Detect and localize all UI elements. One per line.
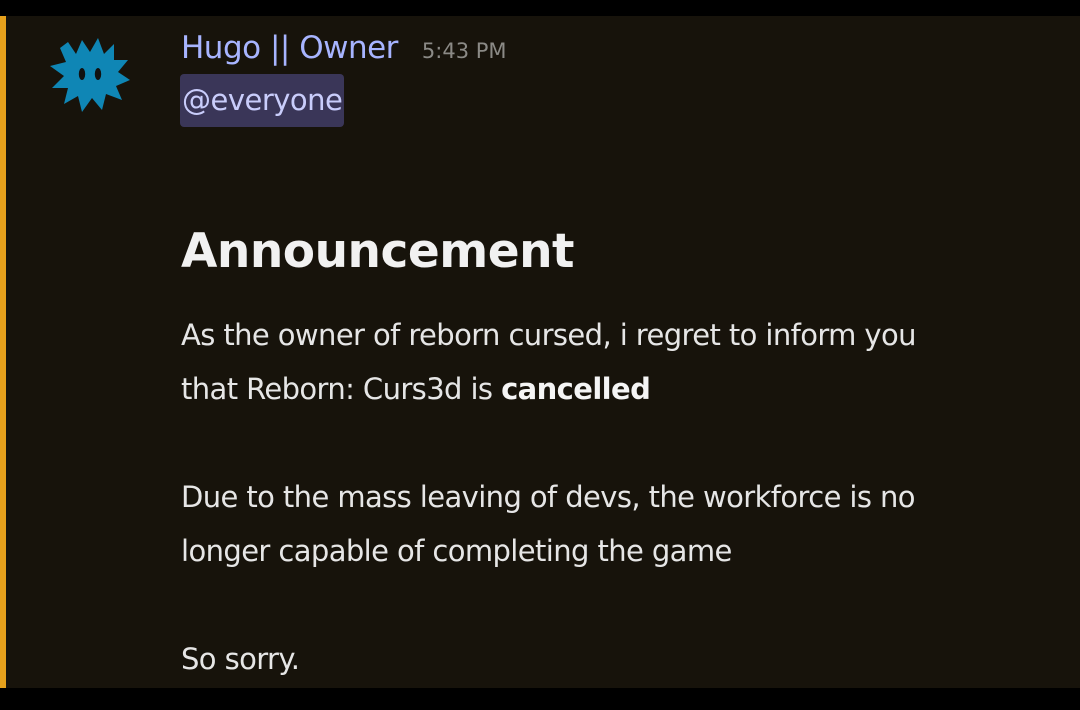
message-paragraph-1: As the owner of reborn cursed, i regret … bbox=[181, 308, 1061, 416]
author-name[interactable]: Hugo || Owner bbox=[181, 30, 398, 66]
paragraph-2-line-1: Due to the mass leaving of devs, the wor… bbox=[181, 480, 916, 514]
paragraph-1-line-2-text: that Reborn: Curs3d is bbox=[181, 372, 502, 406]
everyone-mention[interactable]: @everyone bbox=[180, 74, 345, 127]
paragraph-1-line-2: that Reborn: Curs3d is cancelled bbox=[181, 362, 1061, 416]
message-paragraph-3: So sorry. bbox=[181, 642, 300, 676]
message-header: Hugo || Owner 5:43 PM bbox=[181, 30, 507, 70]
announcement-heading: Announcement bbox=[181, 224, 575, 279]
paragraph-1-line-1: As the owner of reborn cursed, i regret … bbox=[181, 318, 917, 352]
mention-highlight-bar bbox=[0, 16, 6, 688]
message-paragraph-2: Due to the mass leaving of devs, the wor… bbox=[181, 470, 1061, 578]
message-timestamp[interactable]: 5:43 PM bbox=[422, 39, 507, 63]
spiky-creature-avatar-icon bbox=[50, 38, 130, 112]
avatar[interactable] bbox=[48, 30, 132, 114]
cancelled-bold-text: cancelled bbox=[501, 372, 651, 406]
paragraph-2-line-2: longer capable of completing the game bbox=[181, 534, 732, 568]
message-container: Hugo || Owner 5:43 PM @everyone Announce… bbox=[0, 16, 1080, 688]
